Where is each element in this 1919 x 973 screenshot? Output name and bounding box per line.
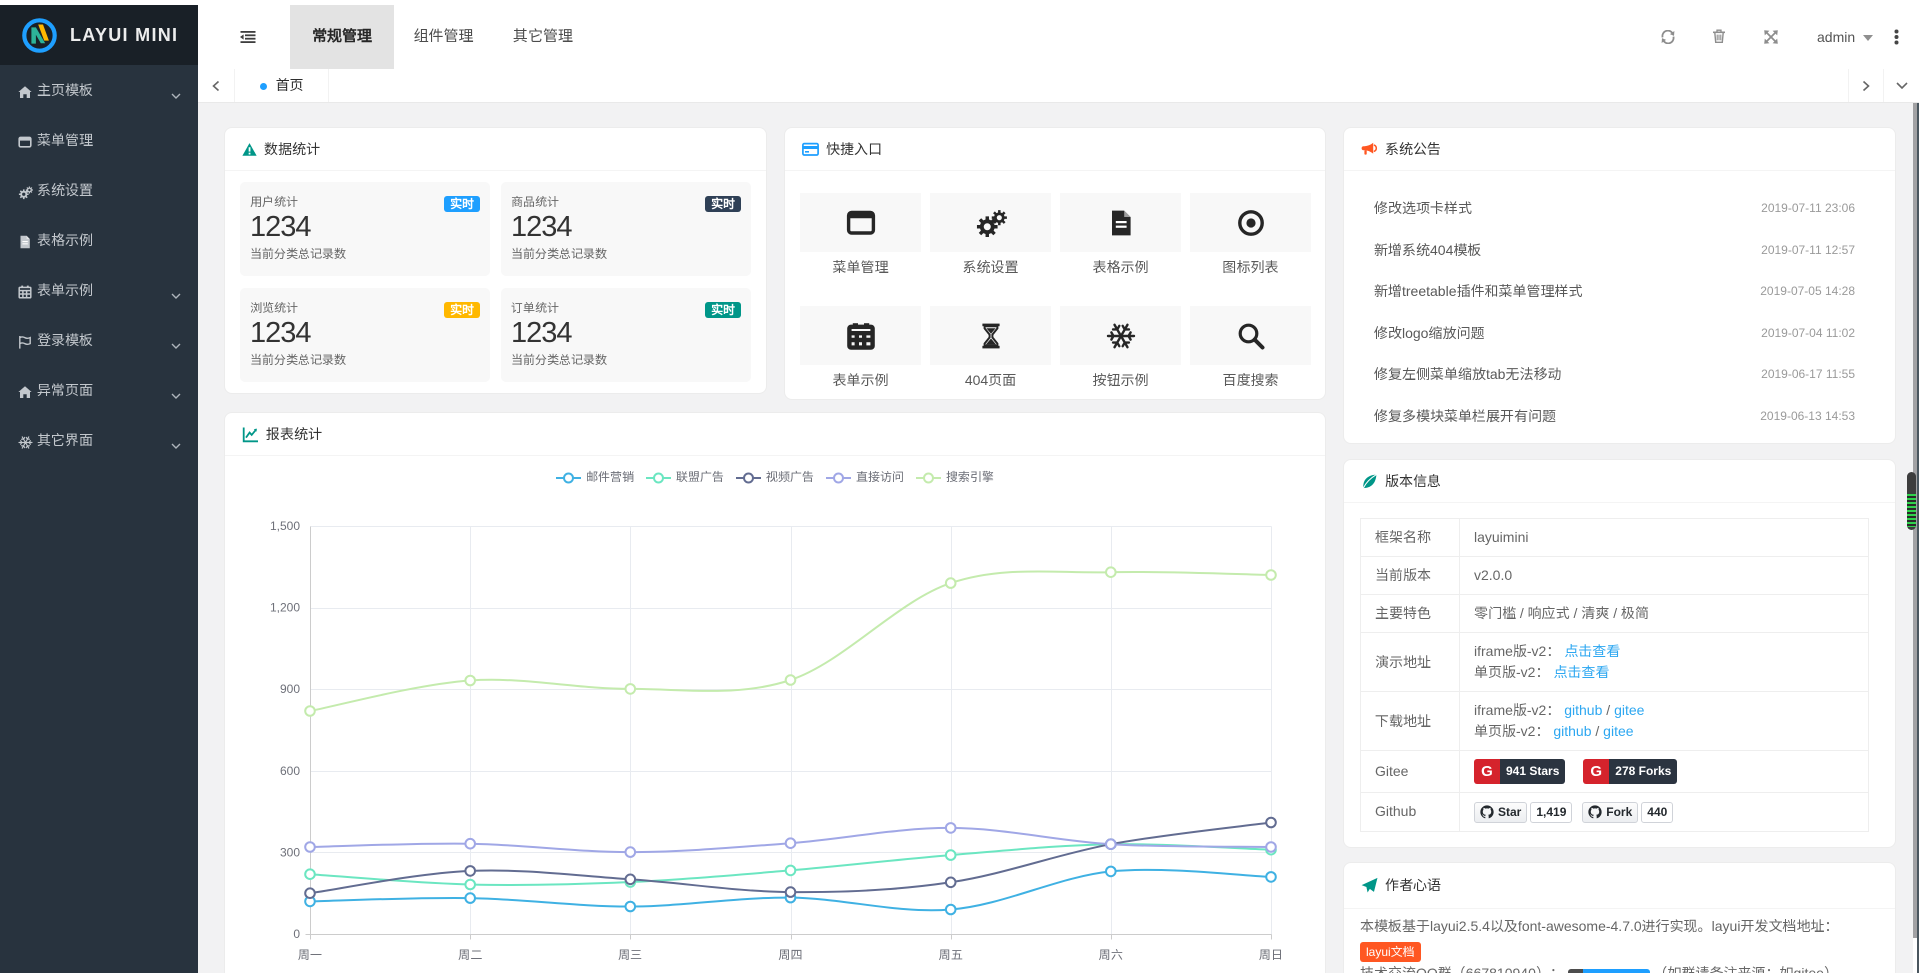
svg-text:周五: 周五: [939, 948, 963, 962]
svg-text:300: 300: [280, 845, 300, 859]
svg-text:周一: 周一: [298, 948, 322, 962]
svg-text:900: 900: [280, 682, 300, 696]
svg-text:周日: 周日: [1259, 948, 1283, 962]
svg-text:1,500: 1,500: [270, 519, 300, 533]
svg-text:1,200: 1,200: [270, 601, 300, 615]
svg-text:周四: 周四: [778, 948, 802, 962]
svg-text:周二: 周二: [458, 948, 482, 962]
svg-text:周三: 周三: [618, 948, 642, 962]
svg-text:0: 0: [293, 927, 300, 941]
svg-text:周六: 周六: [1099, 948, 1123, 962]
svg-text:600: 600: [280, 764, 300, 778]
